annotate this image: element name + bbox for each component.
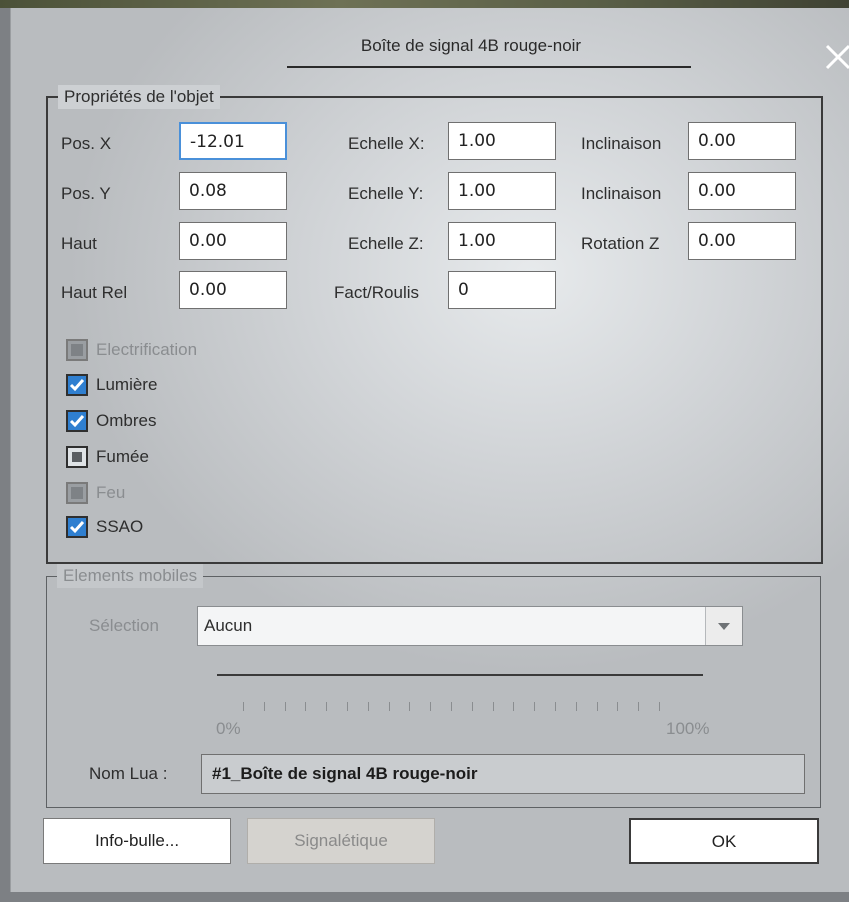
fumee-checkbox[interactable]: Fumée [66,446,149,468]
haut-input[interactable]: 0.00 [179,222,287,260]
title-underline [287,66,691,68]
slider-tick [659,702,660,711]
signaletique-button: Signalétique [247,818,435,864]
checkbox-box [66,482,88,504]
rotation-z-input[interactable]: 0.00 [688,222,796,260]
slider-tick [263,702,265,711]
fumee-label: Fumée [96,447,149,466]
echelle-x-input[interactable]: 1.00 [448,122,556,160]
group-legend: Propriétés de l'objet [58,85,220,109]
echelle-y-label: Echelle Y: [348,184,424,203]
inclinaison-2-label: Inclinaison [581,184,662,203]
haut-label: Haut [61,234,97,253]
slider-tick [451,702,452,711]
position-slider[interactable] [217,674,703,676]
lumiere-label: Lumière [96,375,158,394]
ssao-checkbox[interactable]: SSAO [66,516,143,538]
checkbox-box[interactable] [66,446,88,468]
slider-tick [409,702,411,711]
lua-name-value: #1_Boîte de signal 4B rouge-noir [212,764,478,783]
electrification-label: Electrification [96,340,198,359]
object-properties-group: Propriétés de l'objet [46,85,823,564]
object-properties-dialog: Boîte de signal 4B rouge-noir Propriétés… [10,8,849,892]
slider-tick [347,702,348,711]
checkbox-box[interactable] [66,516,88,538]
selection-value: Aucun [204,616,253,635]
selection-label: Sélection [89,616,159,635]
rotation-z-label: Rotation Z [581,234,660,253]
inclinaison-1-input[interactable]: 0.00 [688,122,796,160]
info-bulle-button[interactable]: Info-bulle... [43,818,231,864]
chevron-down-icon[interactable] [705,607,742,645]
slider-tick [575,702,577,711]
slider-max-label: 100% [666,719,710,738]
haut-rel-label: Haut Rel [61,283,128,302]
lua-name-label: Nom Lua : [89,764,168,783]
slider-tick [555,702,556,711]
inclinaison-1-label: Inclinaison [581,134,662,153]
slider-tick [326,702,328,711]
checkmark-icon [69,379,85,392]
slider-tick [596,702,598,711]
dialog-title: Boîte de signal 4B rouge-noir [360,36,582,55]
slider-tick [388,702,390,711]
slider-tick [305,702,307,711]
feu-checkbox: Feu [66,482,125,504]
checkmark-icon [69,521,85,534]
ombres-checkbox[interactable]: Ombres [66,410,156,432]
slider-tick [534,702,536,711]
pos-x-input[interactable]: -12.01 [179,122,287,160]
ssao-label: SSAO [96,517,144,536]
echelle-z-input[interactable]: 1.00 [448,222,556,260]
slider-tick [492,702,494,711]
feu-label: Feu [96,483,126,502]
electrification-checkbox: Electrification [66,339,197,361]
checkbox-box [66,339,88,361]
slider-tick [471,702,473,711]
checkbox-box[interactable] [66,410,88,432]
echelle-z-label: Echelle Z: [348,234,424,253]
lua-name-field: #1_Boîte de signal 4B rouge-noir [201,754,805,794]
slider-tick [430,702,432,711]
pos-y-label: Pos. Y [61,184,111,203]
checkmark-icon [69,415,85,428]
fact-roulis-label: Fact/Roulis [334,283,420,302]
pos-y-input[interactable]: 0.08 [179,172,287,210]
slider-tick [243,702,244,711]
ok-button[interactable]: OK [629,818,819,864]
pos-x-label: Pos. X [61,134,112,153]
lumiere-checkbox[interactable]: Lumière [66,374,157,396]
slider-min-label: 0% [216,719,241,738]
echelle-x-label: Echelle X: [348,134,425,153]
inclinaison-2-input[interactable]: 0.00 [688,172,796,210]
close-icon[interactable] [821,40,849,74]
echelle-y-input[interactable]: 1.00 [448,172,556,210]
background-window-strip [0,0,849,8]
slider-tick [513,702,515,711]
slider-tick [284,702,286,711]
ombres-label: Ombres [96,411,157,430]
haut-rel-input[interactable]: 0.00 [179,271,287,309]
selection-dropdown[interactable]: Aucun [197,606,743,646]
slider-tick [617,702,619,711]
checkbox-box[interactable] [66,374,88,396]
slider-tick [638,702,640,711]
slider-tick [367,702,369,711]
fact-roulis-input[interactable]: 0 [448,271,556,309]
group-legend: Elements mobiles [57,564,204,588]
